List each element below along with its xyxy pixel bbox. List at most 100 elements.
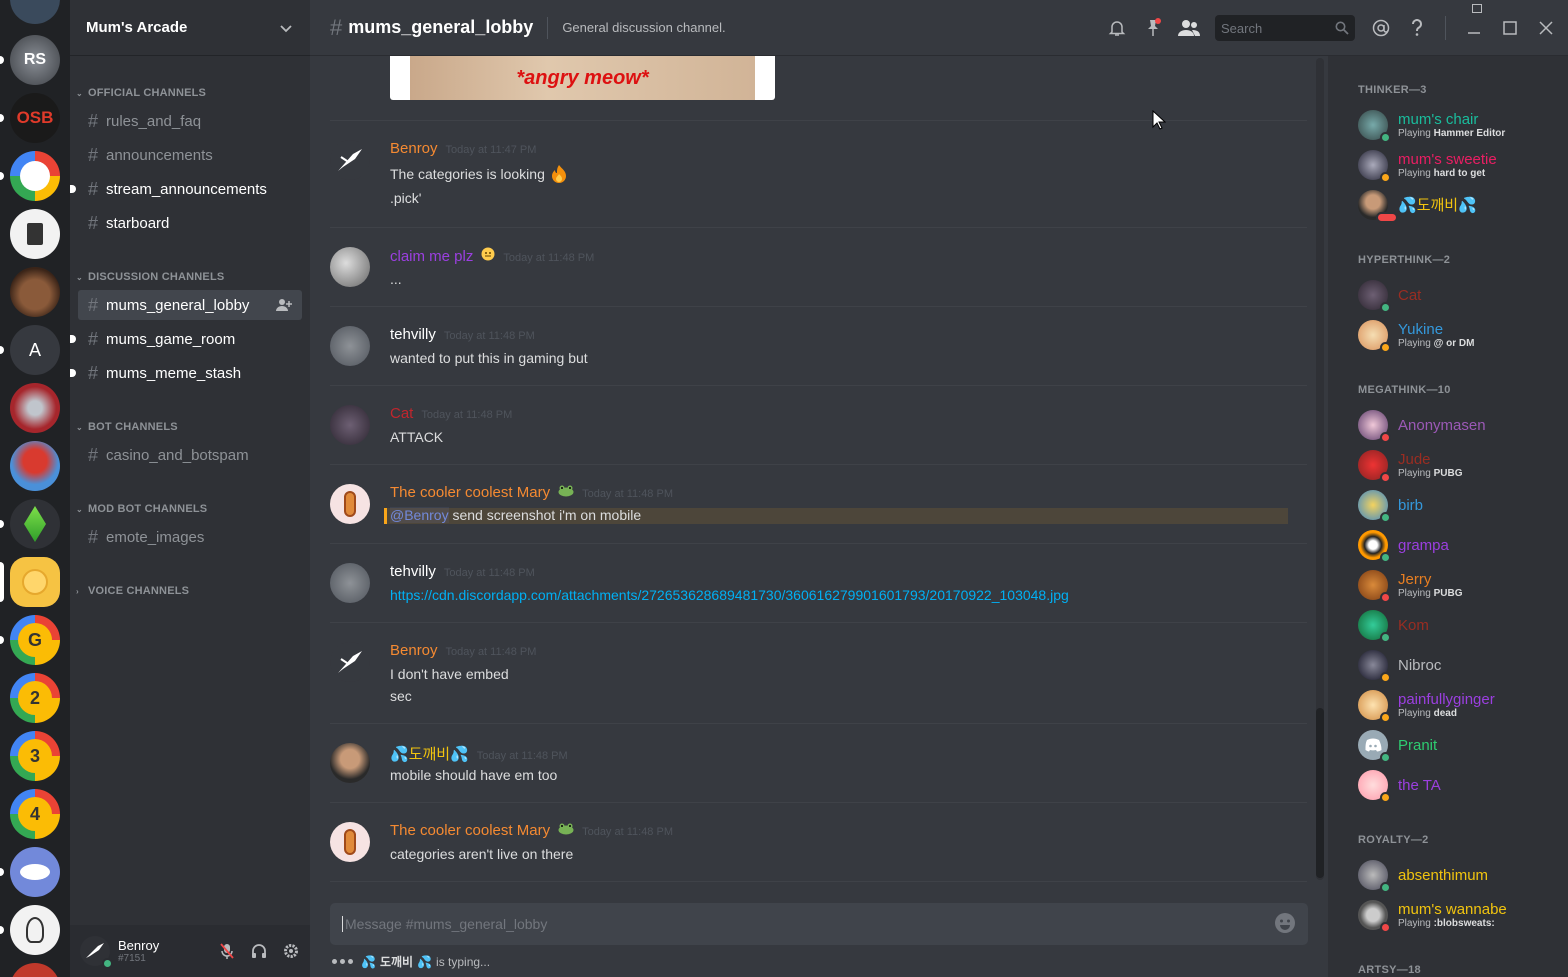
channel-general-lobby[interactable]: # mums_general_lobby bbox=[78, 290, 302, 320]
user-mention[interactable]: @Benroy bbox=[390, 507, 449, 523]
category-discussion[interactable]: ⌄ DISCUSSION CHANNELS bbox=[76, 271, 224, 283]
member-item[interactable]: painfullyginger Playing dead bbox=[1358, 688, 1495, 723]
member-item[interactable]: birb bbox=[1358, 488, 1423, 523]
message-link[interactable]: https://cdn.discordapp.com/attachments/2… bbox=[390, 587, 1069, 603]
maximize-icon[interactable] bbox=[1498, 16, 1522, 40]
member-item[interactable]: absenthimum bbox=[1358, 858, 1488, 893]
message-author[interactable]: tehvilly bbox=[390, 326, 436, 343]
guild-icon-face[interactable] bbox=[10, 267, 60, 317]
pin-icon[interactable] bbox=[1141, 16, 1165, 40]
guild-icon-thinking[interactable] bbox=[10, 557, 60, 607]
avatar[interactable] bbox=[330, 822, 370, 862]
channel-emote-images[interactable]: # emote_images bbox=[78, 522, 302, 552]
guild-icon-lightbulb[interactable] bbox=[10, 905, 60, 955]
guild-icon-g-logo[interactable] bbox=[10, 151, 60, 201]
avatar[interactable] bbox=[330, 140, 370, 180]
activity-prefix: Playing bbox=[1398, 587, 1431, 599]
channel-casino[interactable]: # casino_and_botspam bbox=[78, 440, 302, 470]
channel-starboard[interactable]: # starboard bbox=[78, 208, 302, 238]
channel-stream-announcements[interactable]: # stream_announcements bbox=[70, 174, 302, 204]
channel-game-room[interactable]: # mums_game_room bbox=[70, 324, 302, 354]
guild-icon-partial[interactable] bbox=[10, 963, 60, 977]
avatar[interactable] bbox=[330, 484, 370, 524]
member-activity: Playing PUBG bbox=[1398, 588, 1463, 600]
guild-icon-rs[interactable]: RS bbox=[10, 35, 60, 85]
guild-icon-plumbob[interactable] bbox=[10, 499, 60, 549]
gear-icon[interactable] bbox=[282, 942, 300, 960]
member-item[interactable]: grampa bbox=[1358, 528, 1449, 563]
member-item[interactable]: Jerry Playing PUBG bbox=[1358, 568, 1463, 603]
mention-icon[interactable] bbox=[1369, 16, 1393, 40]
category-voice[interactable]: › VOICE CHANNELS bbox=[76, 585, 189, 597]
message-text: categories aren't live on there bbox=[390, 846, 574, 862]
message-author[interactable]: tehvilly bbox=[390, 563, 436, 580]
guild-icon-book[interactable] bbox=[10, 209, 60, 259]
guild-icon-mario[interactable] bbox=[10, 441, 60, 491]
message-author[interactable]: 💦도깨비💦 bbox=[390, 743, 469, 764]
avatar[interactable] bbox=[330, 563, 370, 603]
message-author[interactable]: claim me plz bbox=[390, 248, 473, 265]
channel-announcements[interactable]: # announcements bbox=[78, 140, 302, 170]
guild-icon-2[interactable]: 2 bbox=[10, 673, 60, 723]
member-info: birb bbox=[1398, 497, 1423, 514]
help-icon[interactable] bbox=[1405, 16, 1429, 40]
message-divider bbox=[330, 385, 1307, 386]
member-item[interactable]: mum's sweetie Playing hard to get bbox=[1358, 148, 1497, 183]
scrollbar-thumb[interactable] bbox=[1316, 708, 1324, 878]
guild-icon-shield[interactable] bbox=[10, 0, 60, 24]
guild-icon-knight[interactable] bbox=[10, 383, 60, 433]
category-official[interactable]: ⌄ OFFICIAL CHANNELS bbox=[76, 87, 206, 99]
member-activity: Playing PUBG bbox=[1398, 468, 1463, 480]
guild-icon-3[interactable]: 3 bbox=[10, 731, 60, 781]
member-item[interactable]: mum's wannabe Playing :blobsweats: bbox=[1358, 898, 1507, 933]
timestamp: Today at 11:47 PM bbox=[445, 144, 537, 156]
scrollbar[interactable] bbox=[1316, 58, 1324, 880]
message-author[interactable]: Benroy bbox=[390, 642, 438, 659]
mouse-cursor-icon bbox=[1152, 110, 1166, 130]
close-icon[interactable] bbox=[1534, 16, 1558, 40]
bell-icon[interactable] bbox=[1105, 16, 1129, 40]
message-author[interactable]: The cooler coolest Mary bbox=[390, 822, 550, 839]
member-item[interactable]: Pranit bbox=[1358, 728, 1437, 763]
headphones-icon[interactable] bbox=[250, 942, 268, 960]
guild-icon-a[interactable]: A bbox=[10, 325, 60, 375]
guild-icon-4[interactable]: 4 bbox=[10, 789, 60, 839]
avatar[interactable] bbox=[330, 743, 370, 783]
channel-rules[interactable]: # rules_and_faq bbox=[78, 106, 302, 136]
guild-icon-eye[interactable] bbox=[10, 847, 60, 897]
search-input[interactable]: Search bbox=[1215, 15, 1355, 41]
channel-meme-stash[interactable]: # mums_meme_stash bbox=[70, 358, 302, 388]
mute-mic-icon[interactable] bbox=[218, 942, 236, 960]
minimize-icon[interactable] bbox=[1462, 16, 1486, 40]
member-item[interactable]: Yukine Playing @ or DM bbox=[1358, 318, 1474, 353]
avatar[interactable] bbox=[80, 936, 113, 969]
member-item[interactable]: the TA bbox=[1358, 768, 1441, 803]
emoji-picker-icon[interactable] bbox=[1274, 912, 1296, 937]
member-item[interactable]: Cat bbox=[1358, 278, 1421, 313]
member-item[interactable]: Kom bbox=[1358, 608, 1429, 643]
category-modbot[interactable]: ⌄ MOD BOT CHANNELS bbox=[76, 503, 207, 515]
message-input[interactable]: Message #mums_general_lobby bbox=[330, 903, 1308, 945]
member-item[interactable]: Jude Playing PUBG bbox=[1358, 448, 1463, 483]
message-author[interactable]: Benroy bbox=[390, 140, 438, 157]
message-author[interactable]: The cooler coolest Mary bbox=[390, 484, 550, 501]
window-mode-icon[interactable] bbox=[1472, 4, 1482, 13]
member-item[interactable]: Anonymasen bbox=[1358, 408, 1486, 443]
member-item[interactable]: Nibroc bbox=[1358, 648, 1441, 683]
invite-icon[interactable] bbox=[276, 298, 292, 312]
member-item[interactable]: mum's chair Playing Hammer Editor bbox=[1358, 108, 1505, 143]
message-author[interactable]: Cat bbox=[390, 405, 413, 422]
member-item[interactable]: 💦도깨비💦 bbox=[1358, 188, 1477, 223]
category-bot[interactable]: ⌄ BOT CHANNELS bbox=[76, 421, 178, 433]
chevron-right-icon: › bbox=[76, 586, 79, 596]
server-header[interactable]: Mum's Arcade bbox=[70, 0, 310, 56]
avatar[interactable] bbox=[330, 642, 370, 682]
guild-icon-g[interactable]: G bbox=[10, 615, 60, 665]
guild-icon-osb[interactable]: OSB bbox=[10, 93, 60, 143]
avatar[interactable] bbox=[330, 405, 370, 445]
members-icon[interactable] bbox=[1177, 16, 1201, 40]
avatar[interactable] bbox=[330, 326, 370, 366]
image-attachment[interactable]: *angry meow* bbox=[390, 56, 775, 100]
status-online bbox=[1380, 132, 1391, 143]
avatar[interactable] bbox=[330, 247, 370, 287]
